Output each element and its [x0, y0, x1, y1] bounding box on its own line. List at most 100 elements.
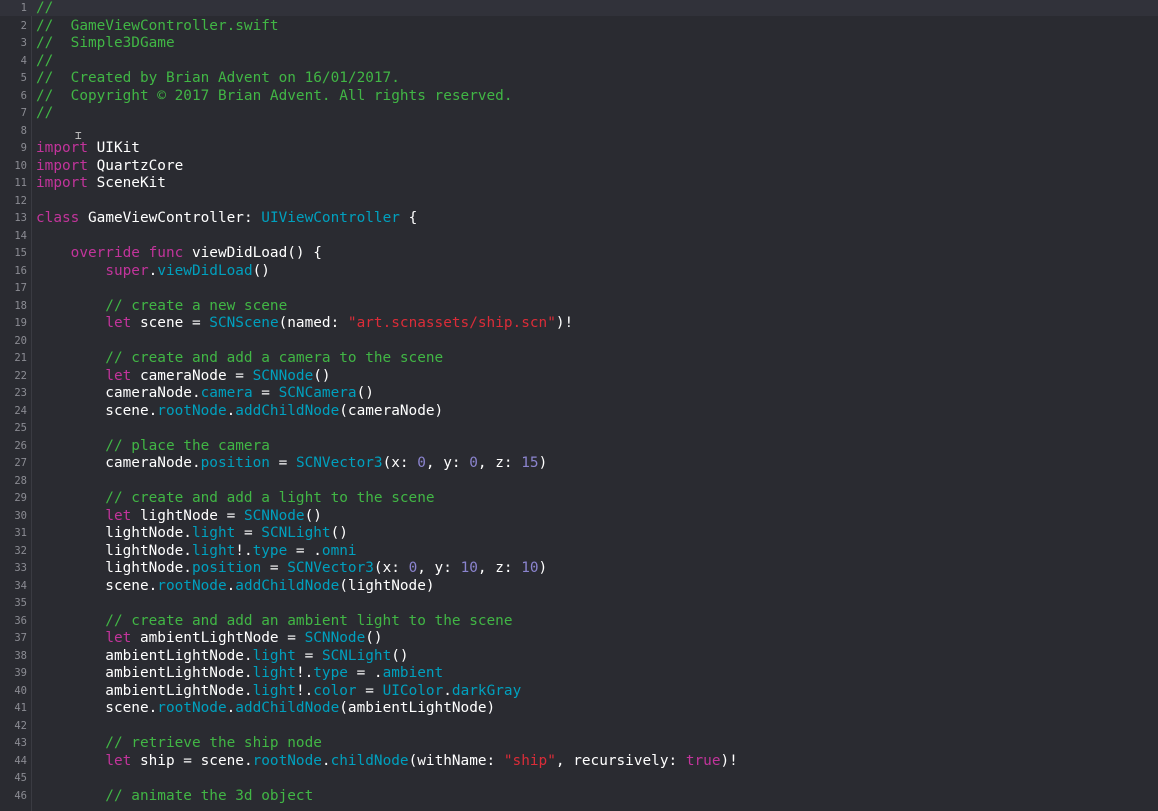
code-text[interactable]: let scene = SCNScene(named: "art.scnasse… — [36, 315, 573, 333]
code-line[interactable]: 2 // GameViewController.swift — [0, 18, 1158, 36]
code-text[interactable]: ambientLightNode.light!.color = UIColor.… — [36, 683, 521, 701]
line-number: 19 — [14, 317, 27, 329]
code-text[interactable]: let ambientLightNode = SCNNode() — [36, 630, 382, 648]
code-line[interactable]: 32 lightNode.light!.type = .omni — [0, 543, 1158, 561]
code-line[interactable]: 21 // create and add a camera to the sce… — [0, 350, 1158, 368]
code-line[interactable]: 17 — [0, 280, 1158, 298]
code-text[interactable]: let lightNode = SCNNode() — [36, 508, 322, 526]
code-text[interactable]: lightNode.light = SCNLight() — [36, 525, 348, 543]
code-line[interactable]: 18 // create a new scene — [0, 298, 1158, 316]
code-text[interactable]: import SceneKit — [36, 175, 166, 193]
code-line[interactable]: 42 — [0, 718, 1158, 736]
code-text[interactable]: // create and add a camera to the scene — [36, 350, 443, 368]
code-line[interactable]: 36 // create and add an ambient light to… — [0, 613, 1158, 631]
code-text[interactable]: // create and add an ambient light to th… — [36, 613, 512, 631]
code-token-keyword: let — [105, 315, 132, 331]
line-number: 7 — [20, 107, 27, 119]
code-text[interactable]: lightNode.light!.type = .omni — [36, 543, 356, 561]
code-text[interactable]: // place the camera — [36, 438, 270, 456]
code-line[interactable]: 34 scene.rootNode.addChildNode(lightNode… — [0, 578, 1158, 596]
code-line[interactable]: 19 let scene = SCNScene(named: "art.scna… — [0, 315, 1158, 333]
code-token-member: position — [191, 560, 262, 576]
code-line[interactable]: 10 import QuartzCore — [0, 158, 1158, 176]
code-text[interactable]: // Created by Brian Advent on 16/01/2017… — [36, 70, 400, 88]
code-text[interactable]: super.viewDidLoad() — [36, 263, 270, 281]
code-line[interactable]: 46 // animate the 3d object — [0, 788, 1158, 806]
code-text[interactable]: let ship = scene.rootNode.childNode(with… — [36, 753, 738, 771]
code-text[interactable]: scene.rootNode.addChildNode(lightNode) — [36, 578, 434, 596]
code-text[interactable]: // — [36, 105, 53, 123]
code-text[interactable]: // create and add a light to the scene — [36, 490, 434, 508]
code-token-member: light — [191, 525, 236, 541]
code-line[interactable]: 27 cameraNode.position = SCNVector3(x: 0… — [0, 455, 1158, 473]
code-line[interactable]: 38 ambientLightNode.light = SCNLight() — [0, 648, 1158, 666]
code-line[interactable]: 1 // — [0, 0, 1158, 18]
code-line[interactable]: 7 // — [0, 105, 1158, 123]
code-line[interactable]: 24 scene.rootNode.addChildNode(cameraNod… — [0, 403, 1158, 421]
code-text[interactable]: scene.rootNode.addChildNode(cameraNode) — [36, 403, 443, 421]
code-token-plain: ambientLightNode = — [131, 630, 305, 646]
code-line[interactable]: 9 import UIKit — [0, 140, 1158, 158]
code-text[interactable]: let cameraNode = SCNNode() — [36, 368, 330, 386]
code-text[interactable]: scene.rootNode.addChildNode(ambientLight… — [36, 700, 495, 718]
code-text[interactable]: import QuartzCore — [36, 158, 183, 176]
code-line[interactable]: 23 cameraNode.camera = SCNCamera() — [0, 385, 1158, 403]
code-line[interactable]: 40 ambientLightNode.light!.color = UICol… — [0, 683, 1158, 701]
code-text[interactable]: // create a new scene — [36, 298, 287, 316]
code-text[interactable]: cameraNode.position = SCNVector3(x: 0, y… — [36, 455, 547, 473]
code-line[interactable]: 26 // place the camera — [0, 438, 1158, 456]
code-text[interactable]: // retrieve the ship node — [36, 735, 322, 753]
code-token-plain: scene = — [131, 315, 210, 331]
line-number: 17 — [14, 282, 27, 294]
code-text[interactable]: ambientLightNode.light = SCNLight() — [36, 648, 408, 666]
code-line[interactable]: 45 — [0, 770, 1158, 788]
code-token-plain: , y: — [417, 560, 461, 576]
code-text[interactable]: // Simple3DGame — [36, 35, 175, 53]
code-text[interactable]: lightNode.position = SCNVector3(x: 0, y:… — [36, 560, 547, 578]
code-text[interactable]: cameraNode.camera = SCNCamera() — [36, 385, 374, 403]
code-line[interactable]: 25 — [0, 420, 1158, 438]
code-line[interactable]: 15 override func viewDidLoad() { — [0, 245, 1158, 263]
code-line[interactable]: 12 — [0, 193, 1158, 211]
code-line[interactable]: 31 lightNode.light = SCNLight() — [0, 525, 1158, 543]
code-line[interactable]: 30 let lightNode = SCNNode() — [0, 508, 1158, 526]
code-line[interactable]: 43 // retrieve the ship node — [0, 735, 1158, 753]
code-line[interactable]: 14 — [0, 228, 1158, 246]
code-line[interactable]: 41 scene.rootNode.addChildNode(ambientLi… — [0, 700, 1158, 718]
line-number: 43 — [14, 737, 27, 749]
code-line[interactable]: 4 // — [0, 53, 1158, 71]
code-line[interactable]: 3 // Simple3DGame — [0, 35, 1158, 53]
code-text[interactable]: // GameViewController.swift — [36, 18, 279, 36]
code-text[interactable]: // — [36, 53, 53, 71]
code-text[interactable]: // Copyright © 2017 Brian Advent. All ri… — [36, 88, 513, 106]
line-number: 33 — [14, 562, 27, 574]
code-token-keyword: import — [36, 140, 88, 156]
code-line[interactable]: 5 // Created by Brian Advent on 16/01/201… — [0, 70, 1158, 88]
code-token-member: rootNode — [252, 752, 322, 769]
code-line[interactable]: 39 ambientLightNode.light!.type = .ambie… — [0, 665, 1158, 683]
code-line[interactable]: 11 import SceneKit — [0, 175, 1158, 193]
code-line[interactable]: 35 — [0, 595, 1158, 613]
code-line[interactable]: 20 — [0, 333, 1158, 351]
code-text[interactable]: // animate the 3d object — [36, 788, 313, 806]
code-text[interactable]: ambientLightNode.light!.type = .ambient — [36, 665, 443, 683]
code-line[interactable]: 16 super.viewDidLoad() — [0, 263, 1158, 281]
code-line[interactable]: 6 // Copyright © 2017 Brian Advent. All r… — [0, 88, 1158, 106]
code-line[interactable]: 44 let ship = scene.rootNode.childNode(w… — [0, 753, 1158, 771]
code-lines[interactable]: 1 // 2 // GameViewController.swift 3 // Simpl… — [0, 0, 1158, 805]
code-line[interactable]: 28 — [0, 473, 1158, 491]
code-text[interactable]: // — [36, 0, 53, 18]
code-editor[interactable]: 1 // 2 // GameViewController.swift 3 // Simpl… — [0, 0, 1158, 811]
code-line[interactable]: 29 // create and add a light to the scen… — [0, 490, 1158, 508]
code-text[interactable]: import UIKit — [36, 140, 140, 158]
code-line[interactable]: 13 class GameViewController: UIViewContro… — [0, 210, 1158, 228]
code-line[interactable]: 33 lightNode.position = SCNVector3(x: 0,… — [0, 560, 1158, 578]
code-token-plain: = . — [347, 665, 383, 681]
code-line[interactable]: 37 let ambientLightNode = SCNNode() — [0, 630, 1158, 648]
code-line[interactable]: 22 let cameraNode = SCNNode() — [0, 368, 1158, 386]
code-text[interactable]: override func viewDidLoad() { — [36, 245, 322, 263]
line-number: 9 — [20, 142, 27, 154]
code-text[interactable]: class GameViewController: UIViewControll… — [36, 210, 417, 228]
code-line[interactable]: 8 — [0, 123, 1158, 141]
code-token-keyword: func — [148, 245, 184, 261]
